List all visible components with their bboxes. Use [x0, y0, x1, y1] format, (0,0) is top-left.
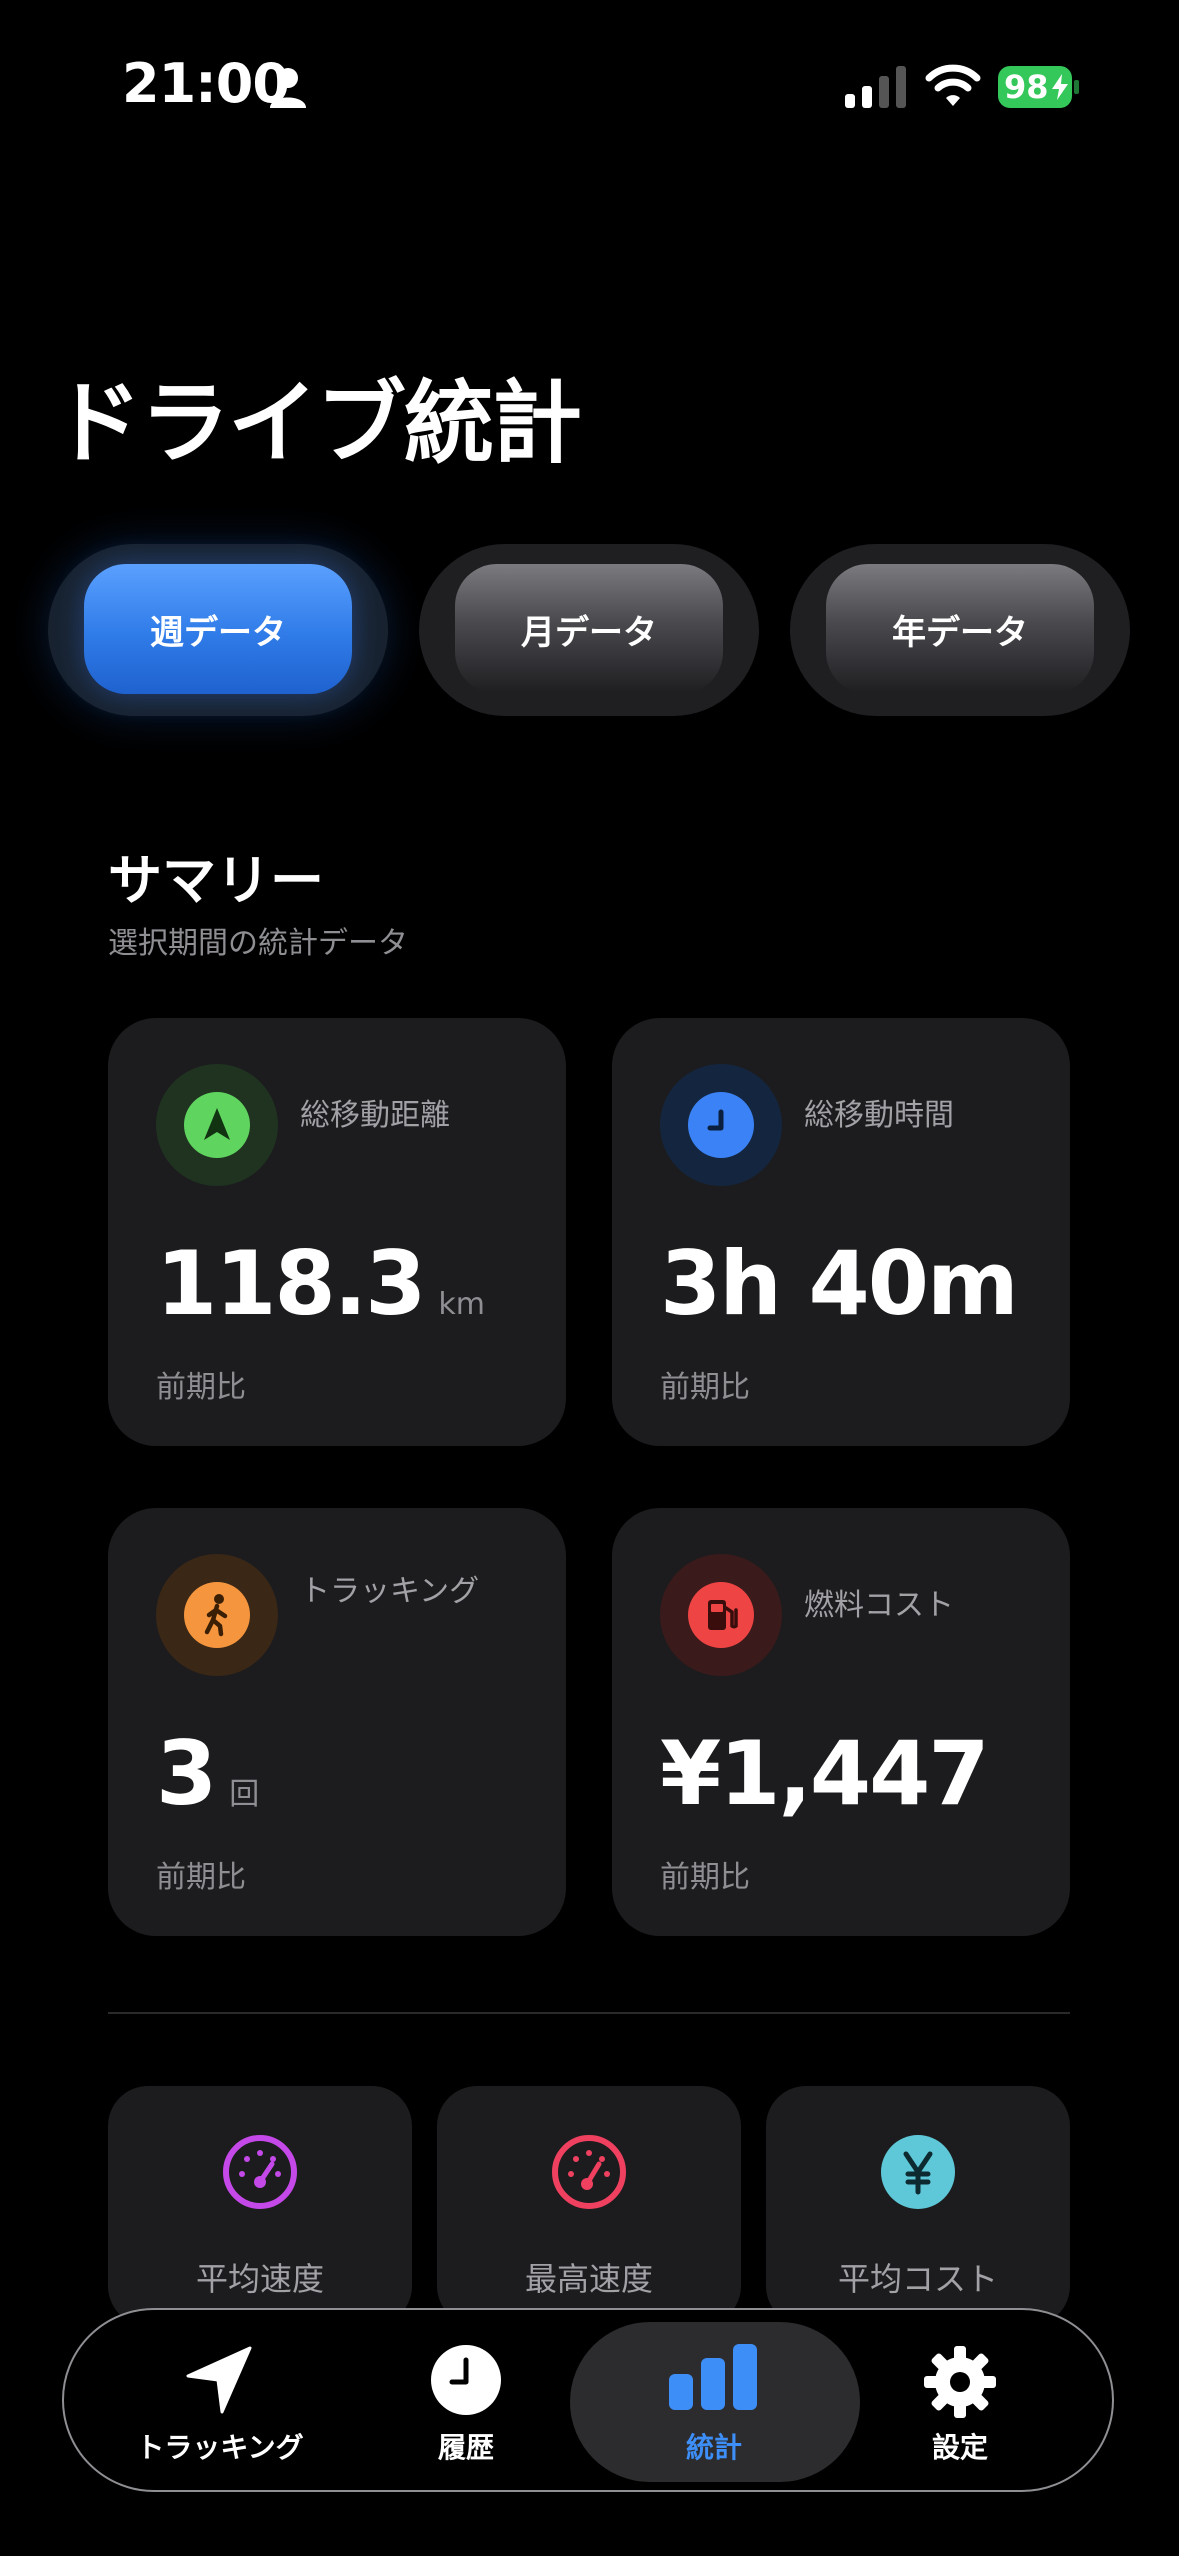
tab-tracking-label: トラッキング: [136, 2431, 304, 2464]
period-monthly-button[interactable]: 月データ: [419, 544, 759, 716]
summary-subtitle: 選択期間の統計データ: [108, 926, 408, 961]
tracking-label: トラッキング: [300, 1574, 480, 1609]
tab-history-label: 履歴: [437, 2431, 494, 2464]
page-title: ドライブ統計: [52, 371, 582, 476]
gauge-icon: [552, 2135, 626, 2209]
fuel-cost-value: ¥1,447: [660, 1722, 990, 1825]
tab-settings-label: 設定: [931, 2431, 988, 2464]
time-card[interactable]: 総移動時間 3h 40m 前期比: [612, 1018, 1070, 1446]
tab-history[interactable]: 履歴: [346, 2310, 586, 2490]
battery-level: 98: [1004, 68, 1049, 106]
fuel-cost-compare: 前期比: [660, 1860, 750, 1895]
tracking-unit: 回: [229, 1777, 260, 1812]
wifi-icon: [925, 64, 981, 106]
section-divider: [108, 2012, 1070, 2014]
charging-bolt-icon: [1052, 74, 1068, 100]
time-icon-badge: [660, 1064, 782, 1186]
time-label: 総移動時間: [804, 1098, 954, 1133]
tracking-icon-badge: [156, 1554, 278, 1676]
period-weekly-label: 週データ: [84, 564, 352, 694]
distance-label: 総移動距離: [300, 1098, 450, 1133]
person-icon: [270, 68, 306, 108]
yen-icon: [881, 2135, 955, 2209]
location-arrow-icon: [204, 1108, 230, 1140]
clock-icon: [707, 1109, 724, 1131]
tracking-value: 3回: [156, 1722, 260, 1825]
period-yearly-label: 年データ: [826, 564, 1094, 694]
speedometer-icon: [223, 2135, 297, 2209]
distance-unit: km: [438, 1287, 485, 1322]
summary-title: サマリー: [108, 849, 324, 912]
bar-chart-icon: [669, 2344, 757, 2410]
time-compare: 前期比: [660, 1370, 750, 1405]
fuel-cost-label: 燃料コスト: [804, 1588, 954, 1623]
tab-settings[interactable]: 設定: [840, 2310, 1080, 2490]
distance-card[interactable]: 総移動距離 118.3 km 前期比: [108, 1018, 566, 1446]
fuel-cost-card[interactable]: 燃料コスト ¥1,447 前期比: [612, 1508, 1070, 1936]
avg-cost-label: 平均コスト: [837, 2260, 998, 2298]
avg-speed-card[interactable]: 平均速度: [108, 2086, 412, 2326]
cellular-signal-icon: [845, 66, 906, 108]
time-value: 3h 40m: [660, 1232, 1019, 1335]
tracking-compare: 前期比: [156, 1860, 246, 1895]
battery-indicator: 98: [998, 66, 1079, 108]
fuel-pump-icon: [708, 1600, 738, 1630]
period-yearly-button[interactable]: 年データ: [790, 544, 1130, 716]
avg-cost-card[interactable]: 平均コスト: [766, 2086, 1070, 2326]
distance-compare: 前期比: [156, 1370, 246, 1405]
max-speed-card[interactable]: 最高速度: [437, 2086, 741, 2326]
status-time: 21:00: [122, 52, 290, 115]
tab-bar: トラッキング 履歴 統計 設定: [62, 2308, 1114, 2492]
tracking-card[interactable]: トラッキング 3回 前期比: [108, 1508, 566, 1936]
distance-icon-badge: [156, 1064, 278, 1186]
period-monthly-label: 月データ: [455, 564, 723, 694]
distance-value: 118.3 km: [156, 1232, 485, 1335]
period-weekly-button[interactable]: 週データ: [48, 544, 388, 716]
tab-statistics[interactable]: 統計: [594, 2310, 834, 2490]
tab-statistics-label: 統計: [685, 2431, 742, 2464]
gear-icon: [924, 2346, 996, 2418]
avg-speed-label: 平均速度: [195, 2260, 324, 2298]
walking-person-icon: [204, 1594, 228, 1637]
tab-tracking[interactable]: トラッキング: [100, 2310, 340, 2490]
max-speed-label: 最高速度: [524, 2260, 653, 2298]
clock-icon: [431, 2345, 501, 2415]
fuel-icon-badge: [660, 1554, 782, 1676]
navigation-arrow-icon: [186, 2346, 252, 2414]
